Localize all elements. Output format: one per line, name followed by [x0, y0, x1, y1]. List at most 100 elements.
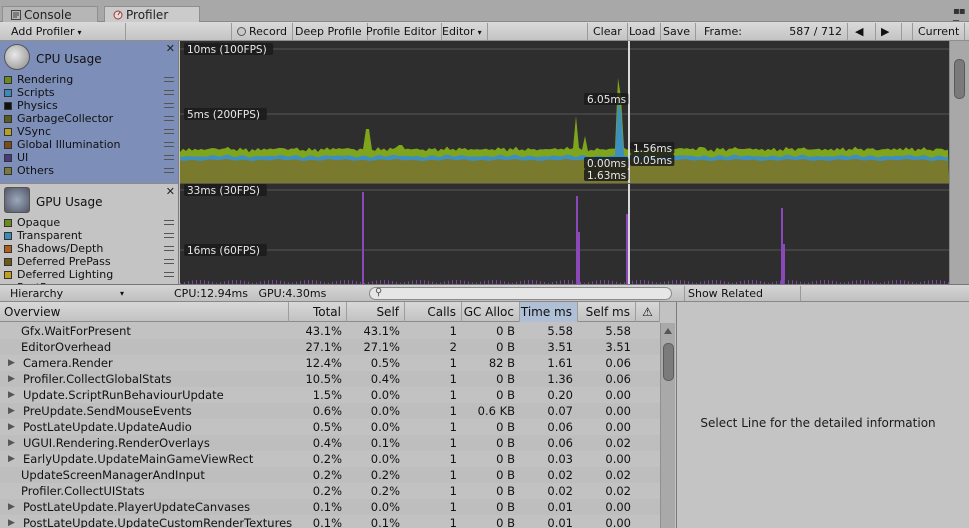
column-self-ms[interactable]: Self ms: [578, 302, 636, 322]
drag-handle-icon[interactable]: [164, 77, 174, 82]
column-overview[interactable]: Overview: [0, 302, 289, 322]
column-total[interactable]: Total: [289, 302, 347, 322]
drag-handle-icon[interactable]: [164, 233, 174, 238]
drag-handle-icon[interactable]: [164, 103, 174, 108]
drag-handle-icon[interactable]: [164, 90, 174, 95]
legend-swatch[interactable]: [4, 167, 12, 175]
close-icon[interactable]: ✕: [166, 185, 175, 198]
drag-handle-icon[interactable]: [164, 168, 174, 173]
tab-profiler[interactable]: Profiler: [104, 6, 200, 23]
add-profiler-dropdown[interactable]: Add Profiler: [6, 23, 126, 40]
save-button[interactable]: Save: [658, 23, 697, 40]
legend-swatch[interactable]: [4, 128, 12, 136]
load-button[interactable]: Load: [624, 23, 662, 40]
cpu-legend-item[interactable]: Physics: [4, 99, 176, 112]
table-row[interactable]: Profiler.CollectUIStats 0.2% 0.2% 1 0 B 0.02 0…: [0, 483, 660, 499]
drag-handle-icon[interactable]: [164, 272, 174, 277]
legend-swatch[interactable]: [4, 232, 12, 240]
drag-handle-icon[interactable]: [164, 259, 174, 264]
table-row[interactable]: ▶ PostLateUpdate.UpdateAudio 0.5% 0.0% 1 0 B 0…: [0, 419, 660, 435]
expand-arrow-icon[interactable]: ▶: [8, 355, 15, 371]
expand-arrow-icon[interactable]: ▶: [8, 371, 15, 387]
record-button[interactable]: Record: [231, 23, 294, 40]
gpu-legend-item[interactable]: Shadows/Depth: [4, 242, 176, 255]
row-selfms: 5.58: [605, 324, 631, 338]
cpu-usage-chart[interactable]: 10ms (100FPS) 5ms (200FPS) 6.05ms 1.56ms 0.0…: [180, 41, 949, 183]
legend-label: Rendering: [17, 73, 74, 86]
gpu-legend-item[interactable]: Deferred Lighting: [4, 268, 176, 281]
table-row[interactable]: UpdateScreenManagerAndInput 0.2% 0.2% 1 0 B 0…: [0, 467, 660, 483]
charts-vertical-scrollbar[interactable]: [949, 41, 969, 284]
profile-editor-button[interactable]: Profile Editor: [361, 23, 443, 40]
expand-arrow-icon[interactable]: ▶: [8, 451, 15, 467]
view-mode-dropdown[interactable]: Hierarchy: [6, 286, 126, 301]
editor-target-dropdown[interactable]: Editor: [437, 23, 488, 40]
table-row[interactable]: ▶ Profiler.CollectGlobalStats 10.5% 0.4% 1 0 …: [0, 371, 660, 387]
gpu-legend-item[interactable]: Transparent: [4, 229, 176, 242]
gpu-usage-module[interactable]: GPU Usage ✕ Opaque Transparent Shadows/Dep…: [0, 183, 179, 284]
table-row[interactable]: ▶ Camera.Render 12.4% 0.5% 1 82 B 1.61 0.06: [0, 355, 660, 371]
legend-swatch[interactable]: [4, 141, 12, 149]
close-icon[interactable]: ✕: [166, 42, 175, 55]
cpu-legend-item[interactable]: UI: [4, 151, 176, 164]
expand-arrow-icon[interactable]: ▶: [8, 403, 15, 419]
cpu-legend-item[interactable]: Scripts: [4, 86, 176, 99]
table-vertical-scrollbar[interactable]: [660, 323, 675, 528]
gpu-legend-item[interactable]: Opaque: [4, 216, 176, 229]
legend-swatch[interactable]: [4, 271, 12, 279]
gpu-spike: [783, 244, 785, 284]
legend-swatch[interactable]: [4, 89, 12, 97]
column-calls[interactable]: Calls: [405, 302, 462, 322]
legend-swatch[interactable]: [4, 154, 12, 162]
cpu-legend-item[interactable]: Global Illumination: [4, 138, 176, 151]
drag-handle-icon[interactable]: [164, 220, 174, 225]
cpu-legend-item[interactable]: Rendering: [4, 73, 176, 86]
drag-handle-icon[interactable]: [164, 155, 174, 160]
legend-swatch[interactable]: [4, 102, 12, 110]
expand-arrow-icon[interactable]: ▶: [8, 435, 15, 451]
prev-frame-button[interactable]: ◀: [850, 23, 876, 40]
legend-swatch[interactable]: [4, 76, 12, 84]
table-row[interactable]: ▶ UGUI.Rendering.RenderOverlays 0.4% 0.1% 1 0…: [0, 435, 660, 451]
legend-swatch[interactable]: [4, 219, 12, 227]
drag-handle-icon[interactable]: [164, 116, 174, 121]
clear-button[interactable]: Clear: [587, 23, 628, 40]
next-frame-button[interactable]: ▶: [876, 23, 902, 40]
legend-swatch[interactable]: [4, 115, 12, 123]
drag-handle-icon[interactable]: [164, 142, 174, 147]
table-row[interactable]: ▶ PostLateUpdate.PlayerUpdateCanvases 0.1%…: [0, 499, 660, 515]
table-row[interactable]: EditorOverhead 27.1% 27.1% 2 0 B 3.51 3.51: [0, 339, 660, 355]
expand-arrow-icon[interactable]: ▶: [8, 499, 15, 515]
cpu-legend-item[interactable]: VSync: [4, 125, 176, 138]
warning-icon[interactable]: ⚠: [636, 302, 660, 322]
tab-console[interactable]: Console: [2, 6, 98, 23]
table-row[interactable]: Gfx.WaitForPresent 43.1% 43.1% 1 0 B 5.58 5.58: [0, 323, 660, 339]
table-row[interactable]: ▶ Update.ScriptRunBehaviourUpdate 1.5% 0.0%…: [0, 387, 660, 403]
drag-handle-icon[interactable]: [164, 246, 174, 251]
gpu-legend-item[interactable]: Deferred PrePass: [4, 255, 176, 268]
table-scroll-thumb[interactable]: [663, 343, 674, 381]
cpu-usage-module[interactable]: CPU Usage ✕ Rendering Scripts Physics Garba…: [0, 41, 179, 183]
deep-profile-button[interactable]: Deep Profile: [290, 23, 368, 40]
cpu-legend-item[interactable]: Others: [4, 164, 176, 177]
current-frame-button[interactable]: Current: [912, 23, 966, 40]
column-self[interactable]: Self: [347, 302, 405, 322]
search-input[interactable]: ⚲: [369, 287, 672, 300]
cpu-value-label: 0.05ms: [630, 154, 675, 167]
gpu-usage-chart[interactable]: 33ms (30FPS) 16ms (60FPS): [180, 183, 949, 284]
expand-arrow-icon[interactable]: ▶: [8, 387, 15, 403]
scroll-up-icon[interactable]: [664, 328, 672, 334]
cpu-legend-item[interactable]: GarbageCollector: [4, 112, 176, 125]
charts-scroll-thumb[interactable]: [954, 59, 965, 99]
table-row[interactable]: ▶ PreUpdate.SendMouseEvents 0.6% 0.0% 1 0.6 K…: [0, 403, 660, 419]
expand-arrow-icon[interactable]: ▶: [8, 419, 15, 435]
column-time-ms[interactable]: Time ms: [520, 302, 578, 322]
show-related-object-dropdown[interactable]: Show Related Object: [684, 286, 801, 316]
expand-arrow-icon[interactable]: ▶: [8, 515, 15, 528]
drag-handle-icon[interactable]: [164, 129, 174, 134]
legend-swatch[interactable]: [4, 245, 12, 253]
column-gc-alloc[interactable]: GC Alloc: [462, 302, 520, 322]
table-row[interactable]: ▶ PostLateUpdate.UpdateCustomRenderTextur…: [0, 515, 660, 528]
legend-swatch[interactable]: [4, 258, 12, 266]
table-row[interactable]: ▶ EarlyUpdate.UpdateMainGameViewRect 0.2% 0…: [0, 451, 660, 467]
